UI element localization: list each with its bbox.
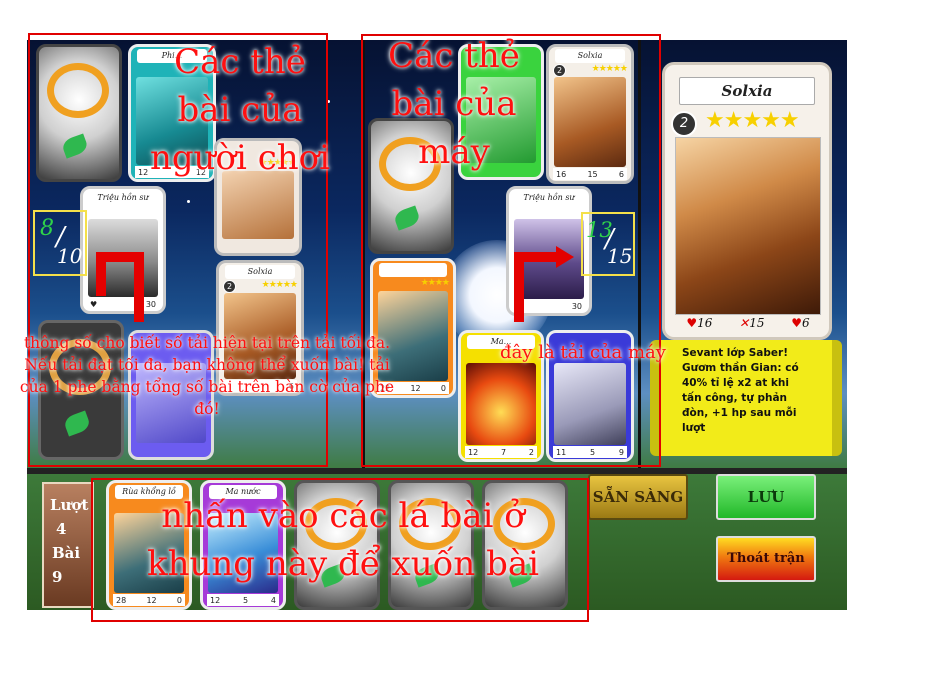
detail-card-stars: ★★★★★ (705, 108, 800, 133)
detail-card-cost: 2 (671, 111, 697, 137)
hp-stat: ♥16 (686, 316, 713, 330)
card-description: Sevant lớp Saber! Gươm thần Gian: có 40%… (682, 347, 799, 434)
turn-panel: Lượt 4 Bài 9 (42, 482, 94, 608)
machine-load-annotation: đây là tải của máy (500, 342, 666, 363)
hand-hint-annotation: nhấn vào các lá bài ở khung này để xuốn … (146, 496, 540, 584)
detail-card-stats: ♥16 ✕15 ♥6 (673, 316, 823, 332)
card-description-scroll: Sevant lớp Saber! Gươm thần Gian: có 40%… (650, 340, 842, 456)
detail-card-art (675, 137, 821, 315)
detail-card-name: Solxia (679, 77, 815, 105)
cards-count: 9 (52, 568, 63, 586)
save-button[interactable]: LƯU (716, 474, 816, 520)
turn-number: 4 (56, 520, 67, 538)
machine-cards-annotation: Các thẻ bài của máy (388, 36, 520, 172)
detail-card: Solxia 2 ★★★★★ ♥16 ✕15 ♥6 (662, 62, 832, 340)
player-cards-annotation: Các thẻ bài của người chơi (150, 42, 330, 178)
load-info-annotation: thông số cho biết số tải hiện tại trên t… (19, 334, 395, 418)
defense-stat: ♥6 (791, 316, 810, 330)
attack-stat: ✕15 (739, 316, 765, 330)
quit-button[interactable]: Thoát trận (716, 536, 816, 582)
ready-button[interactable]: SẴN SÀNG (588, 474, 688, 520)
